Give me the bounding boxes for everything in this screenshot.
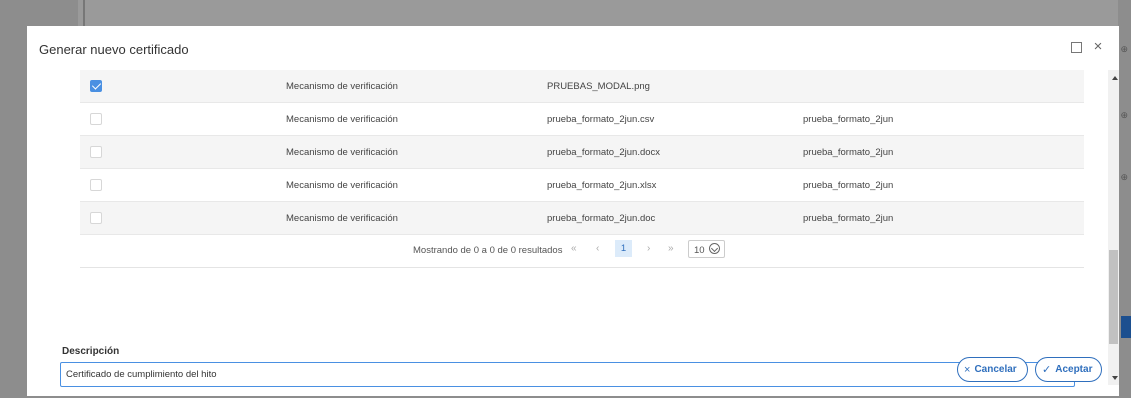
- row-checkbox[interactable]: [90, 80, 102, 92]
- row-name: prueba_formato_2jun: [803, 180, 894, 191]
- row-type: Mecanismo de verificación: [286, 114, 398, 125]
- last-page-button[interactable]: »: [668, 243, 674, 254]
- table-row[interactable]: Mecanismo de verificación prueba_formato…: [80, 202, 1084, 235]
- table-row[interactable]: Mecanismo de verificación PRUEBAS_MODAL.…: [80, 70, 1084, 103]
- row-type: Mecanismo de verificación: [286, 147, 398, 158]
- description-label: Descripción: [62, 346, 120, 357]
- row-file: PRUEBAS_MODAL.png: [547, 81, 650, 92]
- scrollbar-thumb[interactable]: [1109, 250, 1118, 344]
- first-page-button[interactable]: «: [571, 243, 577, 254]
- row-name: prueba_formato_2jun: [803, 213, 894, 224]
- modal-title: Generar nuevo certificado: [39, 42, 189, 57]
- prev-page-button[interactable]: ‹: [596, 243, 599, 254]
- background-icon: ⊕: [1120, 110, 1128, 120]
- check-icon: ✓: [1042, 364, 1052, 376]
- row-file: prueba_formato_2jun.xlsx: [547, 180, 657, 191]
- background-divider: [83, 0, 85, 26]
- table-row[interactable]: Mecanismo de verificación prueba_formato…: [80, 103, 1084, 136]
- background-header: [78, 0, 1118, 26]
- close-icon[interactable]: ×: [1091, 39, 1105, 54]
- cancel-button[interactable]: × Cancelar: [957, 357, 1028, 382]
- certificate-modal: Generar nuevo certificado × Mecanismo de…: [27, 26, 1119, 396]
- next-page-button[interactable]: ›: [647, 243, 650, 254]
- expand-icon[interactable]: [1069, 40, 1083, 54]
- row-file: prueba_formato_2jun.doc: [547, 213, 656, 224]
- close-icon: ×: [964, 363, 971, 376]
- pagination-summary: Mostrando de 0 a 0 de 0 resultados: [413, 245, 563, 256]
- pagination: Mostrando de 0 a 0 de 0 resultados « ‹ 1…: [80, 232, 1084, 268]
- background-button: [1121, 316, 1131, 338]
- row-checkbox[interactable]: [90, 113, 102, 125]
- accept-button[interactable]: ✓ Aceptar: [1035, 357, 1102, 382]
- cancel-label: Cancelar: [974, 364, 1017, 375]
- scroll-up-arrow-icon[interactable]: [1112, 76, 1118, 80]
- row-type: Mecanismo de verificación: [286, 81, 398, 92]
- row-file: prueba_formato_2jun.docx: [547, 147, 661, 158]
- background-icon: ⊕: [1120, 44, 1128, 54]
- row-checkbox[interactable]: [90, 212, 102, 224]
- row-type: Mecanismo de verificación: [286, 213, 398, 224]
- description-input[interactable]: [60, 362, 1075, 387]
- row-type: Mecanismo de verificación: [286, 180, 398, 191]
- modal-scroll-area[interactable]: Mecanismo de verificación PRUEBAS_MODAL.…: [27, 70, 1119, 387]
- scroll-down-arrow-icon[interactable]: [1112, 376, 1118, 380]
- accept-label: Aceptar: [1055, 364, 1093, 375]
- background-icon: ⊕: [1120, 172, 1128, 182]
- row-checkbox[interactable]: [90, 179, 102, 191]
- page-size-select[interactable]: 10: [688, 240, 725, 258]
- background-edge: ⊕ ⊕ ⊕: [1118, 26, 1131, 396]
- row-file: prueba_formato_2jun.csv: [547, 114, 655, 125]
- row-name: prueba_formato_2jun: [803, 114, 894, 125]
- row-checkbox[interactable]: [90, 146, 102, 158]
- row-name: prueba_formato_2jun: [803, 147, 894, 158]
- page-size-value: 10: [694, 245, 705, 256]
- current-page-button[interactable]: 1: [615, 240, 632, 257]
- table-row[interactable]: Mecanismo de verificación prueba_formato…: [80, 169, 1084, 202]
- chevron-down-icon: [709, 243, 720, 254]
- table-row[interactable]: Mecanismo de verificación prueba_formato…: [80, 136, 1084, 169]
